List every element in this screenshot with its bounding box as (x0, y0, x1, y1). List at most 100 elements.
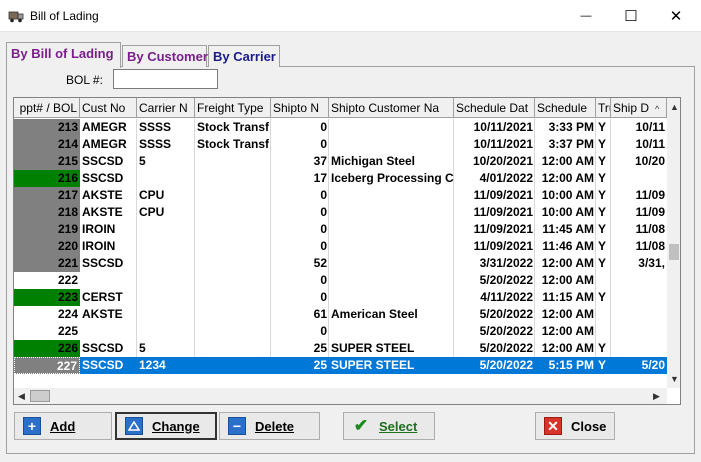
table-cell-sched-time: 12:00 AM (541, 171, 594, 185)
table-row[interactable]: 227 SSCSD 1234 25 SUPER STEEL 5/20/2022 5:15 P… (14, 357, 667, 374)
table-cell-ship-d: 11/09 (635, 205, 665, 219)
vertical-scroll-thumb[interactable] (669, 244, 679, 260)
table-cell-sched-date: 10/20/2021 (472, 154, 533, 168)
column-header[interactable]: ppt# / BOL (14, 98, 80, 118)
table-cell-carrier (137, 255, 195, 272)
table-cell-ship-d: 3/31, (638, 256, 665, 270)
maximize-button[interactable]: ☐ (608, 0, 654, 32)
table-row[interactable]: 220 IROIN 0 11/09/2021 11:46 AM Y 11/08 (14, 238, 667, 255)
column-header[interactable]: Schedule Dat (454, 98, 535, 118)
tab-by-customer[interactable]: By Customer (122, 45, 208, 67)
column-header[interactable]: Cust No (80, 98, 137, 118)
table-cell-shipto-n: 0 (320, 222, 327, 236)
table-cell-ship-d: 5/20 (641, 358, 665, 372)
table-row[interactable]: 217 AKSTE CPU 0 11/09/2021 10:00 AM Y 11/09 (14, 187, 667, 204)
table-cell-cust: AMEGR (82, 120, 127, 134)
table-cell-cust (80, 272, 137, 289)
table-row[interactable]: 221 SSCSD 52 3/31/2022 12:00 AM Y 3/31, (14, 255, 667, 272)
minimize-button[interactable]: — (563, 0, 609, 32)
table-row[interactable]: 219 IROIN 0 11/09/2021 11:45 AM Y 11/08 (14, 221, 667, 238)
column-header[interactable]: Carrier N (137, 98, 195, 118)
table-row[interactable]: 218 AKSTE CPU 0 11/09/2021 10:00 AM Y 11/09 (14, 204, 667, 221)
horizontal-scroll-thumb[interactable] (30, 390, 50, 402)
table-cell-carrier: CPU (139, 188, 165, 202)
delete-button[interactable]: − Delete (219, 412, 320, 440)
table-cell-cust: SSCSD (82, 154, 124, 168)
table-cell-cust: AKSTE (82, 205, 123, 219)
table-cell-shipto-n: 0 (320, 324, 327, 338)
table-cell-sched-time: 3:37 PM (548, 137, 594, 151)
scroll-down-icon[interactable]: ▼ (670, 374, 679, 384)
close-button[interactable]: ✕ Close (535, 412, 615, 440)
add-button[interactable]: + Add (14, 412, 112, 440)
table-cell-shipto-name: SUPER STEEL (331, 358, 415, 372)
table-cell-ship-d (611, 340, 667, 357)
close-window-button[interactable]: ✕ (653, 0, 699, 32)
minus-icon: − (228, 417, 246, 435)
table-cell-bol: 217 (14, 187, 80, 204)
table-cell-carrier: 5 (139, 341, 146, 355)
title-bar: Bill of Lading — ☐ ✕ (0, 0, 701, 32)
table-cell-sched-date: 4/11/2022 (480, 290, 533, 304)
table-row[interactable]: 213 AMEGR SSSS Stock Transf 0 10/11/2021 3:33 … (14, 119, 667, 136)
close-x-icon: ✕ (544, 417, 562, 435)
table-cell-cust: SSCSD (82, 256, 124, 270)
tab-by-bill-of-lading[interactable]: By Bill of Lading (6, 42, 121, 68)
column-header[interactable]: Freight Type (195, 98, 271, 118)
minimize-icon: — (580, 10, 592, 22)
table-row[interactable]: 222 0 5/20/2022 12:00 AM (14, 272, 667, 289)
table-cell-sched-date: 10/11/2021 (473, 120, 533, 134)
table-cell-shipto-n: 25 (313, 358, 327, 372)
window-title: Bill of Lading (30, 9, 99, 23)
table-cell-shipto-n: 61 (313, 307, 327, 321)
change-button[interactable]: Change (115, 412, 217, 440)
bill-of-lading-window: Bill of Lading — ☐ ✕ By Bill of Lading B… (0, 0, 701, 462)
table-row[interactable]: 223 CERST 0 4/11/2022 11:15 AM Y (14, 289, 667, 306)
table-cell-bol: 227 (14, 357, 80, 374)
table-cell-shipto-name (329, 204, 454, 221)
table-row[interactable]: 215 SSCSD 5 37 Michigan Steel 10/20/2021 12:00… (14, 153, 667, 170)
table-cell-ship-d (611, 170, 667, 187)
table-cell-bol: 213 (14, 119, 80, 136)
column-header[interactable]: Tru (596, 98, 611, 118)
table-row[interactable]: 226 SSCSD 5 25 SUPER STEEL 5/20/2022 12:00 AM Y (14, 340, 667, 357)
table-cell-shipto-name (329, 119, 454, 136)
vertical-scrollbar[interactable]: ▲ ▼ (667, 98, 680, 388)
table-cell-freight (195, 272, 271, 289)
table-row[interactable]: 224 AKSTE 61 American Steel 5/20/2022 12:00 A… (14, 306, 667, 323)
table-cell-freight (195, 340, 271, 357)
bill-of-lading-grid[interactable]: ppt# / BOL Cust No Carrier N Freight Type Sh… (13, 97, 681, 405)
horizontal-scrollbar[interactable]: ◀ ▶ (14, 388, 667, 404)
table-row[interactable]: 225 0 5/20/2022 12:00 AM (14, 323, 667, 340)
table-cell-carrier: SSSS (139, 137, 172, 151)
table-cell-carrier (137, 170, 195, 187)
table-row[interactable]: 216 SSCSD 17 Iceberg Processing C 4/01/2022 1… (14, 170, 667, 187)
table-cell-sched-date: 11/09/2021 (473, 205, 533, 219)
table-cell-sched-date: 5/20/2022 (479, 358, 533, 372)
table-cell-shipto-name (329, 255, 454, 272)
table-cell-freight (195, 187, 271, 204)
table-cell-cust: SSCSD (82, 171, 124, 185)
table-cell-shipto-n: 25 (313, 341, 327, 355)
column-header[interactable]: Shipto Customer Na (329, 98, 454, 118)
table-cell-shipto-name (329, 289, 454, 306)
column-header[interactable]: Schedule (535, 98, 596, 118)
select-button[interactable]: ✔ Select (343, 412, 435, 440)
table-cell-bol: 214 (14, 136, 80, 153)
scroll-right-icon[interactable]: ▶ (653, 391, 660, 402)
table-cell-carrier (137, 306, 195, 323)
bol-number-input[interactable] (113, 69, 218, 89)
column-header[interactable]: Shipto N (271, 98, 329, 118)
table-cell-shipto-name (329, 272, 454, 289)
table-cell-carrier (137, 221, 195, 238)
table-cell-shipto-name (329, 238, 454, 255)
scroll-left-icon[interactable]: ◀ (18, 391, 25, 402)
table-cell-tru: Y (598, 137, 607, 151)
table-cell-ship-d: 11/09 (635, 188, 665, 202)
scroll-up-icon[interactable]: ▲ (670, 102, 679, 112)
table-cell-tru: Y (598, 341, 607, 355)
table-row[interactable]: 214 AMEGR SSSS Stock Transf 0 10/11/2021 3:37 … (14, 136, 667, 153)
tab-by-carrier[interactable]: By Carrier (208, 45, 280, 67)
table-cell-tru: Y (598, 358, 607, 372)
plus-icon: + (23, 417, 41, 435)
